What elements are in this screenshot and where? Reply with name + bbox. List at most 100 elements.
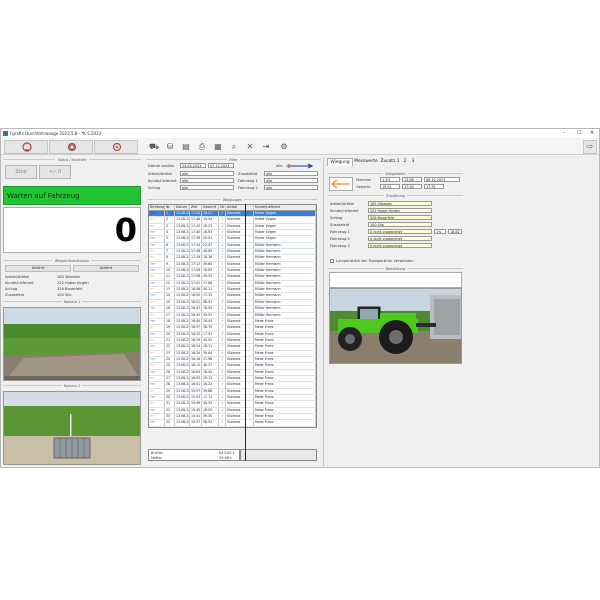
cell-gewicht: 17.98	[202, 356, 219, 363]
arrow-right-icon: ⟶	[149, 280, 165, 287]
col-gewicht[interactable]: Gewicht	[202, 205, 219, 210]
cell-artikel: Silomais	[226, 414, 254, 420]
print-icon[interactable]: ⎙	[197, 142, 207, 152]
cell-datum: 13.08.23	[176, 223, 190, 230]
cell-datum: 13.08.23	[176, 356, 190, 363]
tab-messwerte[interactable]: Messwerte	[354, 158, 378, 166]
truck-icon[interactable]: ⛟	[149, 142, 159, 152]
cell-kunde: Meier Franz	[254, 401, 316, 407]
tab-anfahrt-1[interactable]: Anfahrt	[5, 265, 71, 272]
footer-value: 29.06 t	[219, 456, 232, 460]
minimize-button[interactable]: –	[563, 130, 566, 136]
check-icon: ✓	[219, 211, 226, 217]
panel-splitter[interactable]	[323, 157, 324, 467]
field-select[interactable]: 0 nicht zugeordnet	[368, 243, 432, 248]
filter-schlag-select[interactable]: alle	[180, 185, 234, 190]
cell-gewicht: 39.12	[202, 375, 219, 382]
exit-button[interactable]: ⇨	[583, 140, 597, 154]
col-ok[interactable]: Ok	[219, 205, 226, 210]
cell-kunde: Meier Franz	[254, 382, 316, 388]
bemerkung-textarea[interactable]	[329, 272, 462, 288]
cell-gewicht: 40.69	[202, 249, 219, 255]
cell-gewicht: 17.86	[202, 280, 219, 287]
stop-button[interactable]: Stop	[5, 165, 37, 179]
filter-zusatz-select[interactable]: alle	[264, 171, 318, 176]
col-kunde[interactable]: Kunde/Lieferant	[254, 205, 316, 210]
gear-refresh-button[interactable]	[94, 140, 138, 154]
cell-gewicht: 18.09	[202, 268, 219, 274]
tab-2[interactable]: 2	[402, 158, 408, 166]
arrow-right-icon: ⟶	[149, 261, 165, 268]
tab-zusatz-1[interactable]: Zusatz 1	[380, 158, 400, 166]
exit-icon: ⇨	[586, 142, 594, 151]
field-select[interactable]: 222 Huber Jürgen	[368, 208, 432, 213]
settings-icon[interactable]: ⚙	[279, 142, 289, 152]
filter-fahrzeug1-select[interactable]: alle	[264, 178, 318, 183]
col-zeit[interactable]: Zeit	[190, 205, 202, 210]
field-label: Schlag	[330, 216, 343, 220]
cell-nr: 24	[165, 356, 175, 363]
col-richtung[interactable]: Richtung	[149, 205, 165, 210]
transport-checkbox[interactable]	[330, 259, 334, 263]
cell-artikel: Silomais	[226, 318, 254, 325]
print-preview-icon[interactable]: ▦	[213, 142, 223, 152]
scale-icon	[22, 142, 32, 152]
check-icon: ✓	[219, 407, 226, 413]
arrow-right-icon: ⟶	[149, 420, 165, 426]
cell-artikel: Silomais	[226, 388, 254, 394]
cell-zeit: 16:51	[191, 299, 202, 306]
cell-artikel: Silomais	[226, 230, 254, 236]
table-row[interactable]: ⟶ 34 13.08.23 15:37 38.52 ✓ Silomais Meier Fran…	[149, 420, 316, 427]
cell-zeit: 16:09	[191, 369, 202, 375]
field-select[interactable]: 100 Silo	[368, 222, 432, 227]
cell-nr: 13	[165, 287, 175, 293]
scale-button[interactable]	[4, 140, 48, 154]
field-select[interactable]: 1KS Silomais	[368, 201, 432, 206]
camera-button[interactable]	[49, 140, 93, 154]
arrow-right-icon: ⟶	[149, 211, 165, 217]
delete-icon[interactable]: ✕	[245, 142, 255, 152]
tab-wiegung[interactable]: Wiegung	[327, 158, 353, 166]
filter-fahrzeug2-select[interactable]: alle	[264, 185, 318, 190]
filter-artikel-select[interactable]: alle	[180, 171, 234, 176]
horizontal-scrollbar[interactable]	[240, 449, 317, 461]
direction-tabs: Anfahrt Anfahrt	[5, 265, 139, 272]
col-nr[interactable]: Nr.	[165, 205, 175, 210]
field-select[interactable]: 0 nicht zugeordnet	[368, 229, 432, 234]
check-icon: ✓	[219, 236, 226, 242]
export-icon[interactable]: ⇥	[261, 142, 271, 152]
cell-artikel: Silomais	[226, 375, 254, 382]
check-icon: ✓	[219, 223, 226, 230]
database-icon[interactable]: ⛁	[165, 142, 175, 152]
cell-zeit: 15:53	[191, 394, 202, 401]
cell-artikel: Silomais	[226, 401, 254, 407]
cell-nr: 25	[165, 363, 175, 369]
filter-kunde-select[interactable]: alle	[180, 178, 234, 183]
date-to-input[interactable]: 07.12.2023	[208, 163, 234, 168]
cell-gewicht: 40.11	[202, 287, 219, 293]
maximize-button[interactable]: ☐	[577, 130, 581, 136]
date2-value: 06.10.2023	[424, 177, 460, 182]
camera1-image	[3, 307, 141, 381]
cell-gewicht: 17.35	[202, 293, 219, 299]
field-label: Kunde/Lieferant	[330, 209, 359, 213]
check-icon: ✓	[219, 325, 226, 331]
field-select[interactable]: 326 Bauerfeld	[368, 215, 432, 220]
arrow-left-icon: ⟵	[149, 350, 165, 356]
direction-filter-icon[interactable]	[286, 163, 316, 169]
document-icon[interactable]: ▤	[181, 142, 191, 152]
field-select[interactable]: 0 nicht zugeordnet	[368, 236, 432, 241]
field-label: Artikel/Artikel	[330, 202, 355, 206]
col-datum[interactable]: Datum	[175, 205, 190, 210]
cell-zeit: 16:40	[191, 318, 202, 325]
col-artikel[interactable]: Artikel	[226, 205, 254, 210]
tab-3[interactable]: 3	[410, 158, 416, 166]
check-icon: ✓	[219, 293, 226, 299]
tare-button[interactable]: +/- 0	[39, 165, 71, 179]
date-from-input[interactable]: 23.03.2023	[180, 163, 206, 168]
close-button[interactable]: ✕	[590, 130, 594, 136]
field-label: Fahrzeug 2	[330, 237, 350, 241]
search-document-icon[interactable]: ⌕	[229, 142, 239, 152]
cell-datum: 13.08.23	[176, 401, 190, 407]
tab-anfahrt-2[interactable]: Anfahrt	[73, 265, 139, 272]
